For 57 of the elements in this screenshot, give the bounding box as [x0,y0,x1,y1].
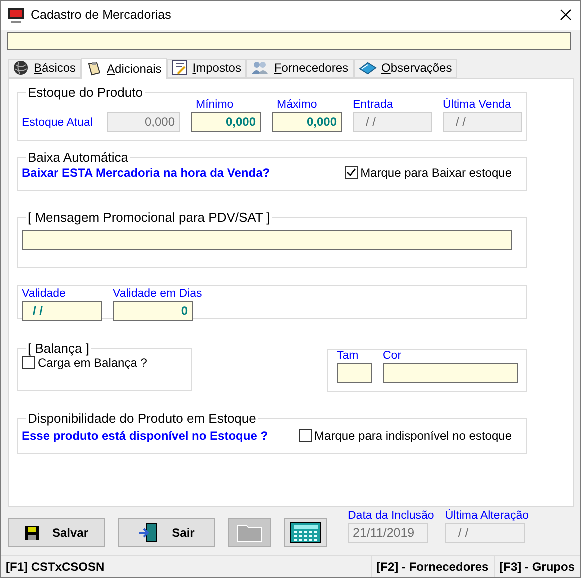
field-label: Última Venda [443,98,512,111]
input-field[interactable]: / / [445,523,526,544]
tab[interactable]: Observações [354,58,458,78]
tab[interactable]: Fornecedores [246,58,354,78]
group-title: Disponibilidade do Produto em Estoque [27,410,258,426]
input-field[interactable]: / / [22,300,102,321]
input-field[interactable]: / / [353,112,432,132]
field-label: Tam [337,350,360,362]
field-label: Data da Inclusão [348,510,434,522]
group-title: [ Mensagem Promocional para PDV/SAT ] [27,210,272,225]
status-text: [F1] CSTxCSOSN [5,558,106,576]
group-title: Estoque do Produto [27,84,144,100]
field-label: Última Alteração [445,510,530,522]
tab[interactable]: Adicionais [81,58,167,79]
field-label: Estoque Atual [22,116,94,129]
tab[interactable]: Impostos [166,58,246,78]
checkbox[interactable]: Marque para indisponível no estoque [298,428,512,443]
calculator-icon [290,522,322,544]
close-icon[interactable] [560,9,572,22]
input-field[interactable] [22,230,512,250]
status-text: [F3] - Grupos [494,556,580,577]
status-text: [F2] - Fornecedores [370,556,494,577]
question-text: Esse produto está disponível no Estoque ? [22,428,268,443]
calculator-button[interactable] [284,518,327,548]
clipboard-icon [86,60,102,77]
field-label: Validade [22,288,67,300]
input-field[interactable]: / / [443,112,522,132]
app-icon [7,7,25,24]
input-field[interactable]: 0 [113,300,193,321]
input-field[interactable] [7,32,571,50]
group-title: [ Balança ] [27,340,90,356]
checkmark-icon [346,167,357,178]
checkbox[interactable]: Marque para Baixar estoque [344,166,512,180]
field-label: Entrada [353,98,394,111]
input-field[interactable]: 0,000 [107,112,180,132]
input-field[interactable]: 0,000 [272,112,342,132]
save-button[interactable]: Salvar [8,518,105,548]
field-label: Mínimo [196,98,235,111]
people-icon [251,60,270,76]
input-field[interactable]: 0,000 [191,112,261,132]
group-title: Baixa Automática [27,150,130,165]
field-label: Validade em Dias [113,288,202,300]
folder-icon [236,522,262,543]
book-icon [358,60,377,76]
input-field[interactable] [337,362,372,383]
field-label: Cor [383,350,403,362]
question-text: Baixar ESTA Mercadoria na hora da Venda? [22,166,270,180]
yarn-ball-icon [13,60,29,76]
form-icon [172,60,188,76]
window-title: Cadastro de Mercadorias [31,8,172,22]
checkbox[interactable]: Carga em Balança ? [22,356,187,370]
tab[interactable]: Básicos [8,58,82,78]
input-field[interactable]: 21/11/2019 [348,523,428,544]
field-label: Máximo [277,98,318,111]
input-field[interactable] [383,362,518,383]
door-exit-icon [138,522,160,544]
exit-button[interactable]: Sair [118,518,215,548]
